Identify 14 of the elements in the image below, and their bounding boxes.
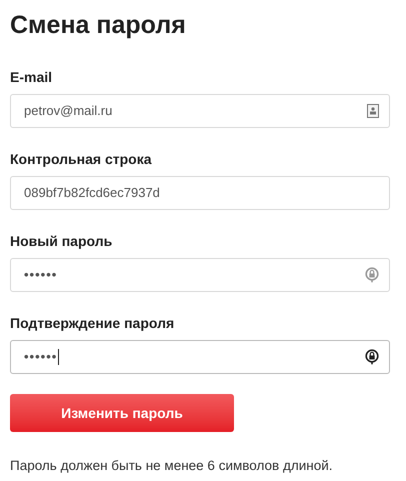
input-field[interactable]: ••••••: [10, 258, 390, 292]
field-label: Новый пароль: [10, 232, 114, 250]
change-password-button[interactable]: Изменить пароль: [10, 394, 234, 432]
page-title: Смена пароля: [10, 10, 187, 41]
field-label: Подтверждение пароля: [10, 314, 176, 332]
password-hint: Пароль должен быть не менее 6 символов длиной.: [10, 457, 334, 475]
lock-icon[interactable]: [365, 349, 379, 365]
input-field[interactable]: petrov@mail.ru: [10, 94, 390, 128]
field-label: E-mail: [10, 68, 54, 86]
contact-card-icon: [367, 104, 379, 118]
input-field[interactable]: 089bf7b82fcd6ec7937d: [10, 176, 390, 210]
text-cursor: [58, 349, 60, 365]
field-label: Контрольная строка: [10, 150, 153, 168]
input-field[interactable]: ••••••: [10, 340, 390, 374]
